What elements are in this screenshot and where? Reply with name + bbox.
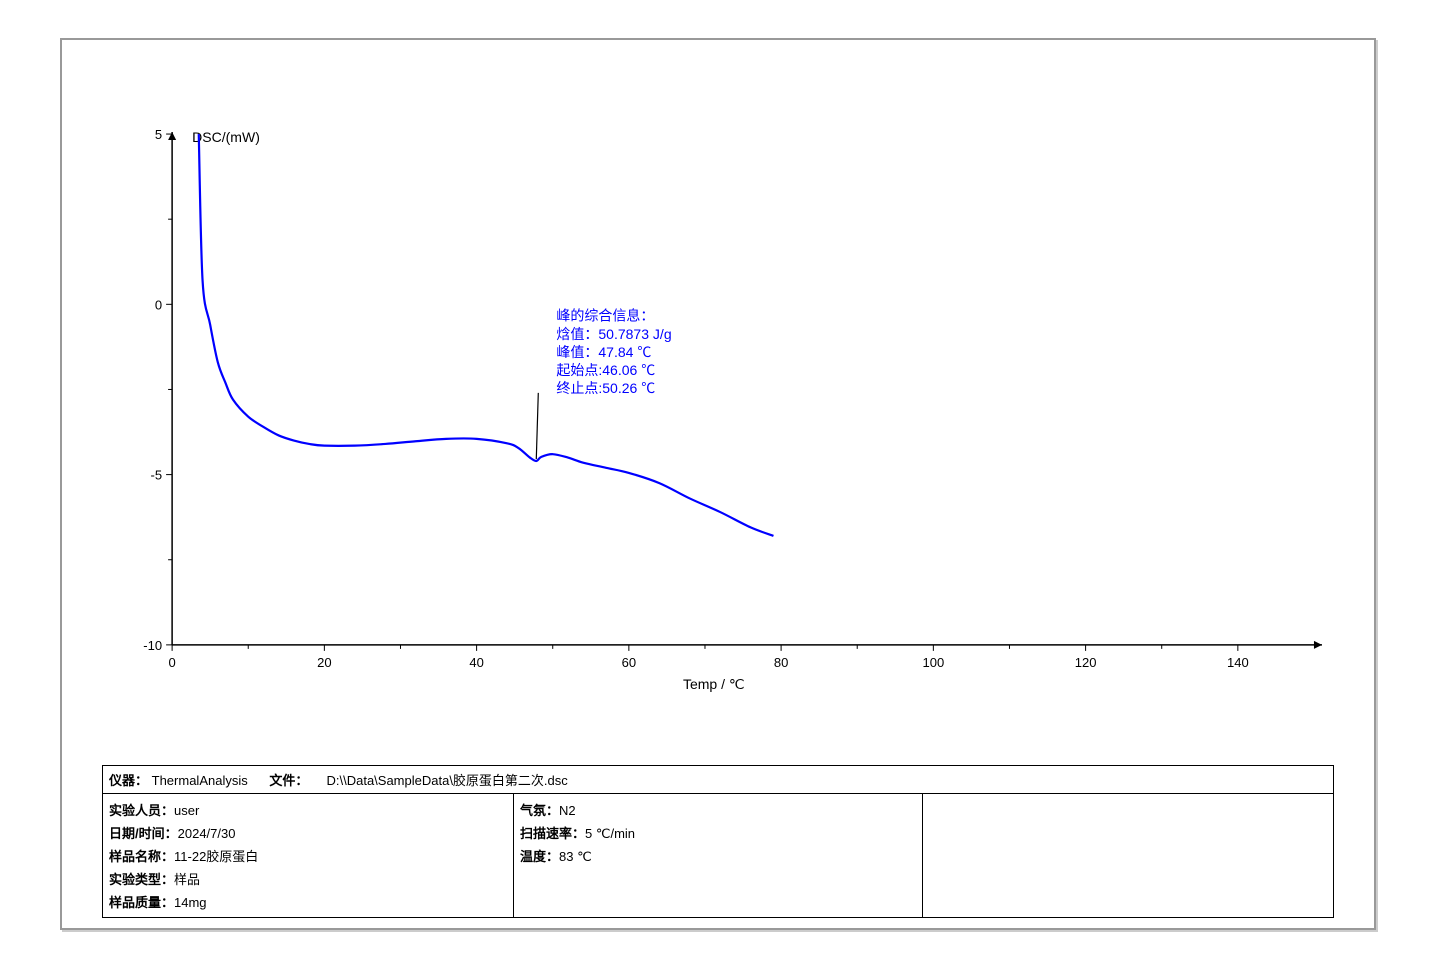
svg-text:40: 40 [469, 655, 483, 670]
metadata-left-cell: 实验人员：user 日期/时间：2024/7/30 样品名称：11-22胶原蛋白实验… [103, 794, 513, 917]
svg-text:-5: -5 [151, 468, 163, 483]
svg-text:0: 0 [155, 297, 162, 312]
metadata-label: 日期/时间： [109, 826, 178, 841]
metadata-label: 气氛： [520, 803, 559, 818]
peak-annotation-line: 峰值：47.84 ℃ [556, 344, 651, 360]
metadata-value: 2024/7/30 [178, 826, 236, 841]
report-frame: 0 20 40 60 80 100 120 140 -10 -5 0 5 DSC/(mW) Temp / … [60, 38, 1376, 930]
svg-text:0: 0 [168, 655, 175, 670]
svg-text:5: 5 [155, 127, 162, 142]
metadata-label: 扫描速率： [520, 826, 585, 841]
dsc-chart: 0 20 40 60 80 100 120 140 -10 -5 0 5 DSC/(mW) Temp / … [102, 70, 1334, 759]
metadata-value: 5 ℃/min [585, 826, 635, 841]
file-value: D:\\Data\SampleData\胶原蛋白第二次.dsc [326, 773, 567, 788]
svg-text:60: 60 [622, 655, 636, 670]
metadata-label: 样品质量： [109, 895, 174, 910]
metadata-label: 样品名称： [109, 849, 174, 864]
metadata-grid: 实验人员：user 日期/时间：2024/7/30 样品名称：11-22胶原蛋白实验… [103, 794, 1333, 917]
chart-area: 0 20 40 60 80 100 120 140 -10 -5 0 5 DSC/(mW) Temp / … [102, 70, 1334, 759]
instrument-label: 仪器： [109, 773, 148, 788]
metadata-right-cell [923, 794, 1333, 917]
metadata-value: 14mg [174, 895, 207, 910]
metadata-value: user [174, 803, 199, 818]
svg-text:100: 100 [922, 655, 944, 670]
metadata-mid-cell: 气氛：N2 扫描速率：5 ℃/min 温度：83 ℃ [513, 794, 923, 917]
svg-text:20: 20 [317, 655, 331, 670]
peak-annotation-line: 终止点:50.26 ℃ [556, 380, 655, 396]
metadata-value: 样品 [174, 872, 200, 887]
file-label: 文件： [269, 773, 308, 788]
peak-annotation-line: 焓值：50.7873 J/g [556, 326, 671, 342]
peak-annotation-line: 起始点:46.06 ℃ [556, 362, 655, 378]
svg-text:120: 120 [1075, 655, 1097, 670]
svg-text:Temp / ℃: Temp / ℃ [683, 676, 745, 692]
metadata-label: 温度： [520, 849, 559, 864]
svg-text:140: 140 [1227, 655, 1249, 670]
metadata-value: 83 ℃ [559, 849, 592, 864]
metadata-label: 实验类型： [109, 872, 174, 887]
svg-text:80: 80 [774, 655, 788, 670]
metadata-value: 11-22胶原蛋白 [174, 849, 258, 864]
metadata-value: N2 [559, 803, 576, 818]
svg-text:-10: -10 [143, 638, 162, 653]
instrument-value: ThermalAnalysis [152, 773, 248, 788]
metadata-label: 实验人员： [109, 803, 174, 818]
metadata-panel: 仪器： ThermalAnalysis 文件： D:\\Data\SampleD… [102, 765, 1334, 918]
svg-text:DSC/(mW): DSC/(mW) [192, 129, 260, 145]
metadata-top-row: 仪器： ThermalAnalysis 文件： D:\\Data\SampleD… [103, 766, 1333, 794]
peak-annotation-line: 峰的综合信息： [556, 308, 654, 324]
